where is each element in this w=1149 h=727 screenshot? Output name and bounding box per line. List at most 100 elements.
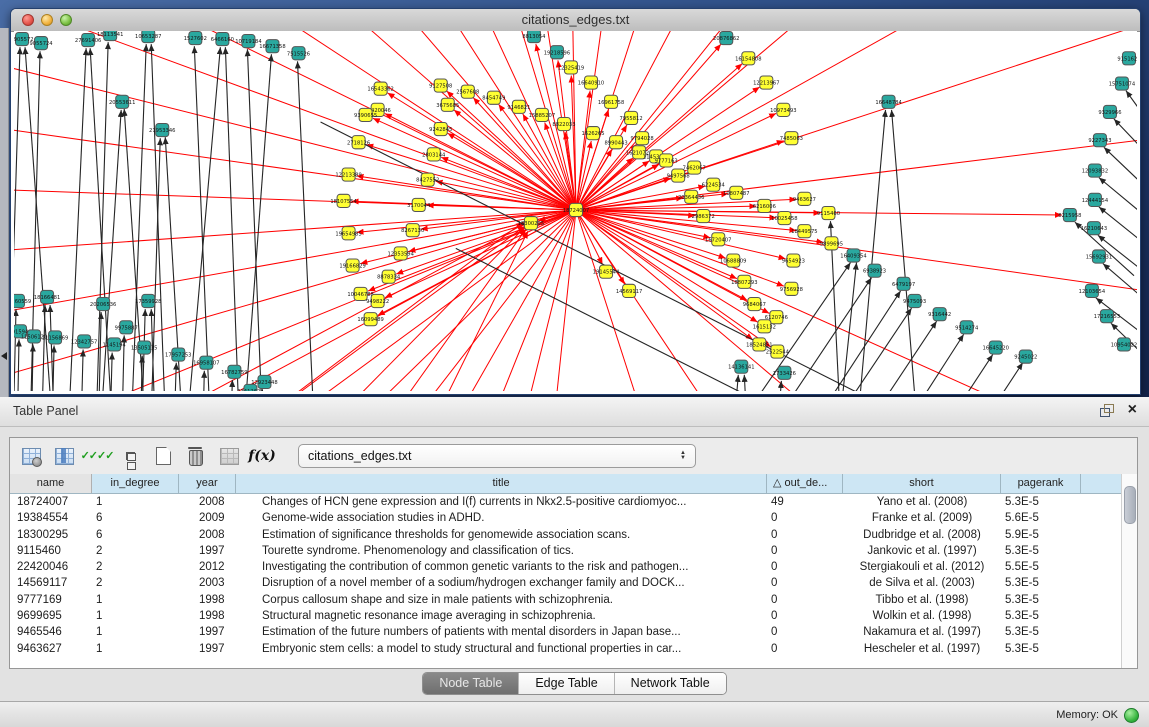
cell-title: Changes of HCN gene expression and I(f) …	[236, 494, 767, 510]
table-row[interactable]: 1872400712008Changes of HCN gene express…	[10, 494, 1137, 510]
cell-title: Structural magnetic resonance image aver…	[236, 608, 767, 624]
graph-node-label: 12325419	[558, 65, 584, 71]
close-panel-icon[interactable]: ×	[1128, 403, 1137, 417]
table-row[interactable]: 2242004622012Investigating the contribut…	[10, 559, 1137, 575]
delete-table-icon[interactable]	[185, 445, 207, 467]
graph-node-label: 6466160	[211, 37, 234, 43]
table-tabs: Node Table Edge Table Network Table	[422, 672, 726, 695]
graph-edge	[744, 375, 757, 391]
network-canvas[interactable]: 1872400716543362224200469390655912750836…	[14, 31, 1137, 391]
cell-name: 9777169	[10, 592, 92, 608]
graph-node-label: 18107554	[330, 199, 357, 205]
graph-node-label: 8267130	[401, 228, 424, 234]
graph-node-label: 16961758	[598, 100, 624, 106]
cell-out_de: 49	[767, 494, 843, 510]
graph-node-label: 18807293	[731, 280, 757, 286]
graph-edge	[76, 350, 83, 391]
panel-collapse-arrow-icon[interactable]	[1, 352, 7, 360]
cell-out_de: 0	[767, 624, 843, 640]
table-row[interactable]: 977716911998Corpus callosum shape and si…	[10, 592, 1137, 608]
graph-edge	[194, 46, 212, 391]
graph-edge	[576, 31, 1137, 210]
cell-name: 9115460	[10, 543, 92, 559]
table-row[interactable]: 1456911722003Disruption of a novel membe…	[10, 575, 1137, 591]
table-row[interactable]: 1830029562008Estimation of significance …	[10, 527, 1137, 543]
graph-node-label: 18724007	[563, 208, 589, 214]
cell-in_degree: 1	[92, 608, 179, 624]
graph-node-label: 17957253	[165, 353, 191, 359]
cell-out_de: 0	[767, 575, 843, 591]
network-window-titlebar[interactable]: citations_edges.txt	[11, 9, 1140, 32]
scrollbar-thumb[interactable]	[1124, 486, 1136, 524]
graph-edge	[576, 31, 1137, 210]
graph-edge	[1126, 91, 1137, 143]
cell-name: 9463627	[10, 641, 92, 657]
graph-edge	[247, 49, 262, 391]
graph-node-label: 16648784	[875, 100, 902, 106]
tab-edge-table[interactable]: Edge Table	[518, 673, 613, 694]
graph-node-label: 14569117	[616, 289, 642, 295]
column-header-name[interactable]: name	[10, 474, 92, 493]
graph-node-label: 6938923	[863, 269, 886, 275]
cell-short: Tibbo et al. (1998)	[843, 592, 1001, 608]
column-header-short[interactable]: short	[843, 474, 1001, 493]
graph-edge	[58, 224, 524, 391]
graph-node-label: 9227343	[1088, 138, 1111, 144]
graph-node-label: 13505135	[131, 346, 157, 352]
graph-edge	[663, 278, 871, 391]
cell-short: Yano et al. (2008)	[843, 494, 1001, 510]
graph-node-label: 12342757	[71, 339, 97, 345]
graph-node-label: 10025458	[771, 216, 797, 222]
cell-title: Tourette syndrome. Phenomenology and cla…	[236, 543, 767, 559]
graph-node-label: 1615132	[753, 324, 776, 330]
cell-out_de: 0	[767, 527, 843, 543]
cell-pagerank: 5.3E-5	[1001, 494, 1081, 510]
cell-year: 1997	[179, 543, 236, 559]
cell-year: 2008	[179, 527, 236, 543]
cell-year: 1997	[179, 624, 236, 640]
graph-node-label: 16645220	[983, 346, 1009, 352]
column-header-year[interactable]: year	[179, 474, 236, 493]
graph-node-label: 12103654	[1079, 289, 1106, 295]
graph-node-label: 18166481	[34, 295, 60, 301]
graph-node-label: 6479197	[892, 282, 915, 288]
graph-edge	[38, 305, 45, 391]
column-header-pagerank[interactable]: pagerank	[1001, 474, 1081, 493]
graph-node-label: 18449575	[791, 229, 817, 235]
table-row[interactable]: 969969511998Structural magnetic resonanc…	[10, 608, 1137, 624]
graph-node-label: 15692931	[1086, 255, 1112, 261]
graph-node-label: 23412624	[237, 389, 264, 391]
graph-node-label: 8878334	[377, 275, 401, 281]
graph-node-label: 16782759	[221, 370, 247, 376]
column-visibility-icon[interactable]	[53, 445, 75, 467]
unselect-all-icon[interactable]	[119, 445, 141, 467]
graph-node-label: 19166829	[339, 264, 365, 270]
cell-pagerank: 5.5E-5	[1001, 559, 1081, 575]
cell-in_degree: 2	[92, 575, 179, 591]
table-row[interactable]: 1938455462009Genome-wide association stu…	[10, 510, 1137, 526]
table-vertical-scrollbar[interactable]	[1121, 474, 1137, 668]
table-row[interactable]: 946362711997Embryonic stem cells: a mode…	[10, 641, 1137, 657]
table-selector-dropdown[interactable]: citations_edges.txt ▲▼	[298, 444, 696, 468]
column-header-in_degree[interactable]: in_degree	[92, 474, 179, 493]
float-panel-icon[interactable]	[1100, 404, 1114, 417]
table-row[interactable]: 911546021997Tourette syndrome. Phenomeno…	[10, 543, 1137, 559]
column-header-out_de[interactable]: △ out_de...	[767, 474, 843, 493]
tab-network-table[interactable]: Network Table	[614, 673, 726, 694]
citation-graph[interactable]: 1872400716543362224200469390655912750836…	[14, 31, 1137, 391]
cell-year: 1998	[179, 608, 236, 624]
network-desktop: citations_edges.txt 18724007165433622242…	[0, 0, 1149, 397]
graph-node-label: 16958107	[193, 361, 219, 367]
graph-edge	[823, 263, 856, 391]
column-header-title[interactable]: title	[236, 474, 767, 493]
network-window[interactable]: citations_edges.txt 18724007165433622242…	[10, 8, 1141, 395]
table-selector-value: citations_edges.txt	[299, 449, 675, 463]
function-builder-icon[interactable]: f(x)	[251, 445, 273, 467]
graph-node-label: 9390655	[354, 113, 377, 119]
tab-node-table[interactable]: Node Table	[423, 673, 518, 694]
select-all-icon[interactable]: ✓✓✓✓	[86, 445, 108, 467]
new-table-icon[interactable]	[152, 445, 174, 467]
table-row[interactable]: 946554611997Estimation of the future num…	[10, 624, 1137, 640]
table-settings-icon[interactable]	[20, 445, 42, 467]
cell-pagerank: 5.9E-5	[1001, 527, 1081, 543]
